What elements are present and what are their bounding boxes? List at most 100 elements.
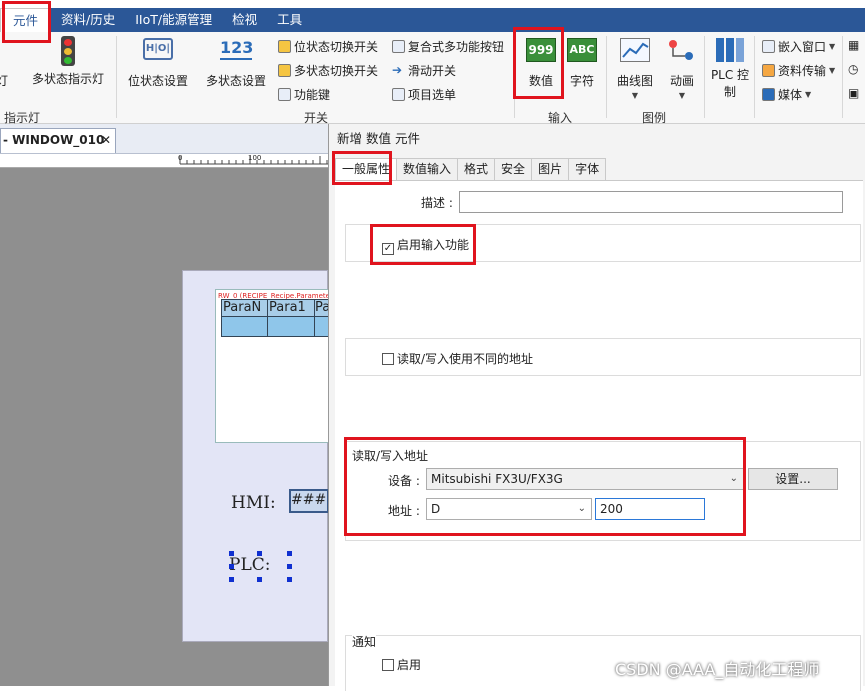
transfer-icon	[762, 63, 775, 77]
embed-window-label: 嵌入窗口	[778, 39, 827, 54]
address-label: 地址 :	[388, 504, 420, 518]
selection-handle[interactable]	[229, 551, 234, 556]
device-select[interactable]: Mitsubishi FX3U/FX3G ⌄	[426, 468, 744, 490]
tab-format[interactable]: 格式	[457, 158, 496, 180]
menu-item-components[interactable]: 元件	[0, 8, 52, 32]
settings-button[interactable]: 设置...	[748, 468, 838, 490]
function-key-button[interactable]: 功能键	[278, 84, 330, 104]
tab-window-010[interactable]: - WINDOW_010 ✕	[0, 128, 116, 153]
dialog-title: 新增 数值 元件	[337, 131, 420, 146]
pointer-icon	[278, 39, 291, 53]
multi-state-set-button[interactable]: 123 多状态设置	[204, 38, 268, 88]
character-input-label: 字符	[569, 74, 594, 88]
multi-switch-icon	[278, 63, 291, 77]
chevron-down-icon: ▼	[631, 91, 639, 100]
indicator-lamp-button[interactable]: 灯	[0, 72, 8, 89]
selection-handle[interactable]	[229, 577, 234, 582]
rw-diff-frame: 读取/写入使用不同的地址	[345, 338, 861, 376]
animation-button[interactable]: 动画 ▼	[662, 38, 702, 100]
slide-switch-button[interactable]: ➔ 滑动开关	[392, 60, 456, 80]
selection-handle[interactable]	[287, 551, 292, 556]
chevron-down-icon: ▼	[678, 91, 686, 100]
frame-icon[interactable]: ▣	[848, 86, 859, 100]
trend-chart-label: 曲线图	[616, 74, 653, 88]
ribbon-separator	[842, 36, 843, 118]
embed-window-button[interactable]: 嵌入窗口 ▼	[762, 36, 835, 56]
numeric-input-button[interactable]: 999 数值	[520, 38, 562, 88]
play-icon	[762, 87, 775, 101]
ruler-mark-100: 100	[248, 154, 262, 162]
ruler-ticks	[179, 156, 328, 165]
chevron-down-icon: ▼	[829, 65, 836, 75]
clock-icon[interactable]: ◷	[848, 62, 858, 76]
bit-state-set-button[interactable]: H|O| 位状态设置	[126, 38, 190, 88]
tab-security[interactable]: 安全	[494, 158, 533, 180]
character-input-button[interactable]: ABC 字符	[564, 38, 600, 88]
selection-handle[interactable]	[287, 564, 292, 569]
menu-item-iiot-energy[interactable]: IIoT/能源管理	[125, 8, 222, 32]
input-enable-frame: ✓ 启用输入功能	[345, 224, 861, 262]
selection-handle[interactable]	[287, 577, 292, 582]
numeric-input-label: 数值	[528, 74, 553, 88]
multi-state-indicator-label: 多状态指示灯	[31, 72, 104, 86]
plc-icon	[716, 38, 744, 62]
multi-state-indicator-button[interactable]: 多状态指示灯	[30, 36, 106, 87]
notify-enable-checkbox[interactable]: 启用	[382, 656, 421, 673]
ribbon-separator	[704, 36, 705, 118]
checkbox-unchecked-icon	[382, 659, 394, 671]
recipe-table[interactable]: RW_0 (RECIPE_Recipe.Parameter ParaN Para…	[215, 289, 333, 443]
data-transfer-label: 资料传输	[778, 63, 827, 78]
address-type-value: D	[431, 502, 441, 516]
address-type-select[interactable]: D ⌄	[426, 498, 592, 520]
window-icon	[762, 39, 775, 53]
media-label: 媒体	[778, 87, 803, 102]
trend-chart-button[interactable]: 曲线图 ▼	[614, 38, 656, 100]
combo-button[interactable]: 复合式多功能按钮	[392, 36, 504, 56]
ruler-mark-0: 0	[178, 154, 183, 162]
media-button[interactable]: 媒体 ▼	[762, 84, 811, 104]
character-display-icon: ABC	[567, 38, 597, 62]
numeric-object-hmi[interactable]: ###	[289, 489, 329, 513]
menu-item-tools[interactable]: 工具	[267, 8, 312, 32]
numeric-display-icon: 999	[526, 38, 556, 62]
data-transfer-button[interactable]: 资料传输 ▼	[762, 60, 835, 80]
combo-button-icon	[392, 39, 405, 53]
multi-switch-button[interactable]: 多状态切换开关	[278, 60, 378, 80]
menu-item-view[interactable]: 检视	[222, 8, 267, 32]
rw-address-section-title: 读取/写入地址	[352, 447, 429, 464]
tab-picture[interactable]: 图片	[531, 158, 570, 180]
table-row	[221, 317, 329, 337]
numeric-object-value: ###	[291, 492, 327, 508]
window-canvas[interactable]: RW_0 (RECIPE_Recipe.Parameter ParaN Para…	[182, 270, 333, 642]
close-icon[interactable]: ✕	[101, 129, 111, 151]
plc-control-button[interactable]: PLC 控 制	[708, 38, 752, 100]
plc-label-selection[interactable]: PLC:	[229, 551, 292, 582]
tab-font[interactable]: 字体	[568, 158, 607, 180]
selection-handle[interactable]	[229, 564, 234, 569]
rw-diff-address-checkbox[interactable]: 读取/写入使用不同的地址	[382, 350, 533, 367]
selection-handle[interactable]	[257, 551, 262, 556]
chevron-down-icon: ▼	[805, 89, 812, 99]
chevron-down-icon: ⌄	[729, 473, 738, 484]
animation-icon	[667, 38, 697, 62]
selection-handle[interactable]	[257, 577, 262, 582]
menu-item-data-history[interactable]: 资料/历史	[51, 8, 125, 32]
qr-code-icon[interactable]: ▦	[848, 38, 859, 52]
tab-general-properties[interactable]: 一般属性	[335, 158, 398, 180]
address-input[interactable]: 200	[595, 498, 705, 520]
design-workspace[interactable]: RW_0 (RECIPE_Recipe.Parameter ParaN Para…	[0, 168, 333, 686]
new-numeric-object-dialog: 新增 数值 元件 一般属性 数值输入 格式 安全 图片 字体 描述 : ✓ 启用输…	[328, 124, 865, 691]
dialog-body: 描述 : ✓ 启用输入功能 读取/写入使用不同的地址 读取/写入地址 设备 : M…	[335, 180, 863, 691]
enable-input-checkbox[interactable]: ✓ 启用输入功能	[382, 236, 469, 255]
description-input[interactable]	[459, 191, 843, 213]
bit-switch-button[interactable]: 位状态切换开关	[278, 36, 378, 56]
rw-diff-address-label: 读取/写入使用不同的地址	[397, 352, 534, 366]
recipe-table-header: ParaN Para1 Pa	[221, 299, 329, 317]
ruler: 0 100	[0, 154, 328, 168]
combo-button-label: 复合式多功能按钮	[408, 39, 505, 54]
item-list-button[interactable]: 项目选单	[392, 84, 456, 104]
plc-control-label-1: PLC 控	[710, 68, 750, 82]
notify-enable-label: 启用	[397, 658, 422, 672]
table-header-cell: Para1	[268, 299, 315, 317]
tab-numeric-input[interactable]: 数值输入	[396, 158, 459, 180]
